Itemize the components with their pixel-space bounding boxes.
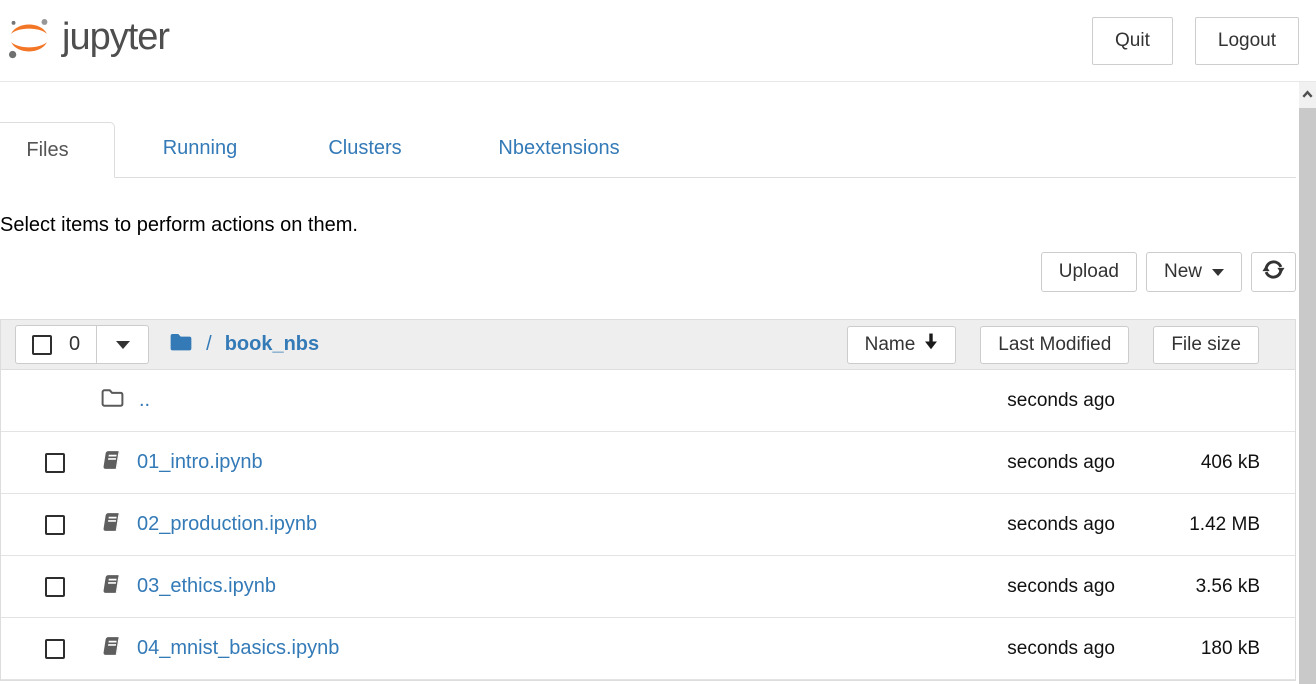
- notebook-link[interactable]: 02_production.ipynb: [137, 513, 317, 536]
- upload-button[interactable]: Upload: [1041, 252, 1137, 292]
- tab-files[interactable]: Files: [0, 122, 115, 178]
- sort-by-name-button[interactable]: Name: [847, 326, 957, 364]
- list-header-row: 0 / book_nbs Name: [1, 320, 1295, 370]
- row-checkbox[interactable]: [45, 577, 65, 597]
- toolbar: Upload New: [0, 252, 1296, 292]
- modified-time: seconds ago: [965, 638, 1115, 660]
- list-item-notebook: 03_ethics.ipynb seconds ago 3.56 kB: [1, 556, 1295, 618]
- modified-time: seconds ago: [965, 514, 1115, 536]
- notebook-list: 0 / book_nbs Name: [0, 319, 1296, 681]
- chevron-down-icon: [116, 341, 130, 349]
- notebook-icon: [100, 511, 123, 538]
- refresh-button[interactable]: [1251, 252, 1296, 292]
- notebook-icon: [100, 449, 123, 476]
- quit-button[interactable]: Quit: [1092, 17, 1173, 65]
- notebook-link[interactable]: 04_mnist_basics.ipynb: [137, 637, 339, 660]
- list-item-notebook: 01_intro.ipynb seconds ago 406 kB: [1, 432, 1295, 494]
- jupyter-logo-icon: [6, 13, 52, 68]
- notebook-icon: [100, 573, 123, 600]
- notebook-icon: [100, 635, 123, 662]
- app-header: jupyter Quit Logout: [0, 0, 1316, 82]
- notebook-link[interactable]: 03_ethics.ipynb: [137, 575, 276, 598]
- arrow-down-icon: [924, 333, 938, 356]
- scrollbar-thumb[interactable]: [1299, 108, 1316, 684]
- list-item-parent-folder: .. seconds ago: [1, 370, 1295, 432]
- vertical-scrollbar[interactable]: [1299, 82, 1316, 684]
- select-dropdown-button[interactable]: [96, 325, 149, 364]
- file-size: 3.56 kB: [1115, 576, 1260, 598]
- jupyter-logo[interactable]: jupyter: [6, 13, 169, 68]
- logout-button[interactable]: Logout: [1195, 17, 1299, 65]
- modified-time: seconds ago: [965, 576, 1115, 598]
- select-all-button[interactable]: 0: [15, 325, 97, 364]
- scroll-up-button[interactable]: [1299, 82, 1316, 108]
- new-button-label: New: [1164, 261, 1202, 283]
- chevron-up-icon: [1301, 86, 1314, 104]
- list-item-notebook: 02_production.ipynb seconds ago 1.42 MB: [1, 494, 1295, 556]
- sort-by-size-button[interactable]: File size: [1153, 326, 1259, 364]
- modified-time: seconds ago: [965, 390, 1115, 412]
- select-all-checkbox[interactable]: [32, 335, 52, 355]
- refresh-icon: [1262, 258, 1285, 287]
- select-button-group: 0: [15, 325, 149, 364]
- new-dropdown-button[interactable]: New: [1146, 252, 1242, 292]
- file-size: 406 kB: [1115, 452, 1260, 474]
- modified-time: seconds ago: [965, 452, 1115, 474]
- tab-running[interactable]: Running: [115, 121, 285, 177]
- tab-clusters[interactable]: Clusters: [285, 121, 445, 177]
- sort-by-modified-button[interactable]: Last Modified: [980, 326, 1129, 364]
- logo-wordmark: jupyter: [62, 16, 169, 65]
- parent-folder-link[interactable]: ..: [139, 389, 150, 412]
- main-content: Files Running Clusters Nbextensions Sele…: [0, 121, 1296, 681]
- row-checkbox[interactable]: [45, 639, 65, 659]
- tab-nbextensions[interactable]: Nbextensions: [445, 121, 673, 177]
- folder-icon: [169, 331, 193, 358]
- notebook-link[interactable]: 01_intro.ipynb: [137, 451, 263, 474]
- header-buttons: Quit Logout: [1092, 17, 1299, 65]
- breadcrumb: / book_nbs: [169, 331, 319, 358]
- instruction-text: Select items to perform actions on them.: [0, 214, 1296, 237]
- row-checkbox[interactable]: [45, 515, 65, 535]
- breadcrumb-current-folder[interactable]: book_nbs: [225, 333, 319, 356]
- selected-count: 0: [69, 333, 80, 356]
- list-item-notebook: 04_mnist_basics.ipynb seconds ago 180 kB: [1, 618, 1295, 680]
- file-size: 180 kB: [1115, 638, 1260, 660]
- breadcrumb-root-link[interactable]: /: [206, 333, 212, 356]
- chevron-down-icon: [1212, 269, 1224, 276]
- file-size: 1.42 MB: [1115, 514, 1260, 536]
- sort-name-label: Name: [865, 334, 916, 356]
- tab-bar: Files Running Clusters Nbextensions: [0, 121, 1296, 178]
- folder-outline-icon: [100, 387, 125, 414]
- row-checkbox[interactable]: [45, 453, 65, 473]
